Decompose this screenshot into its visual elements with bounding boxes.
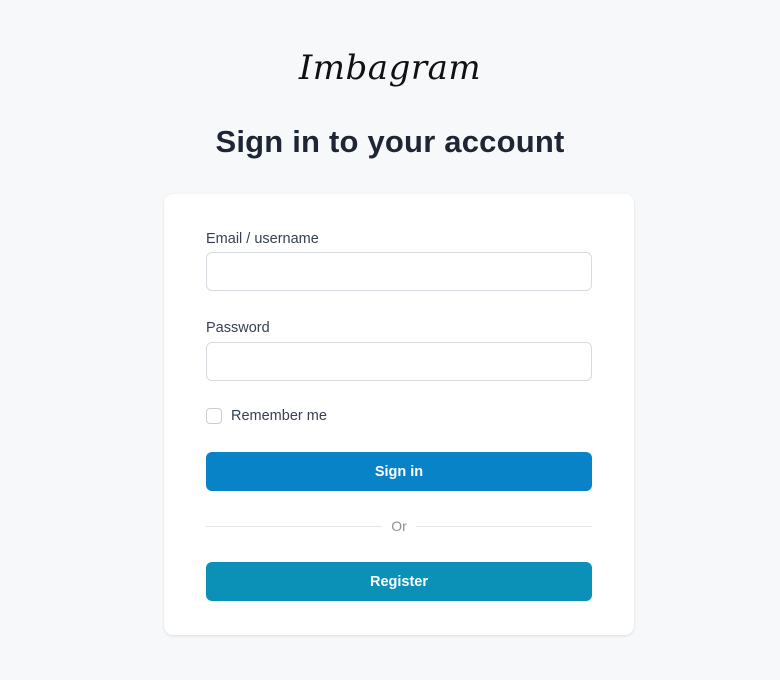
or-divider: Or [206, 516, 592, 536]
password-label: Password [206, 320, 270, 336]
register-button[interactable]: Register [206, 562, 592, 601]
divider-line-right [415, 525, 592, 527]
divider-text: Or [391, 518, 407, 534]
divider-line-left [206, 525, 383, 527]
sign-in-button[interactable]: Sign in [206, 452, 592, 491]
remember-me-checkbox[interactable] [206, 408, 222, 424]
remember-me-row[interactable]: Remember me [206, 406, 327, 426]
brand-logo: Imbagram [298, 48, 482, 88]
email-label: Email / username [206, 231, 319, 247]
page-title: Sign in to your account [215, 124, 565, 159]
login-card: Email / username Password Remember me Si… [164, 194, 634, 635]
login-page: Imbagram Sign in to your account Email /… [0, 0, 780, 680]
password-field[interactable] [206, 342, 592, 381]
remember-me-label[interactable]: Remember me [231, 406, 327, 426]
email-field[interactable] [206, 252, 592, 291]
